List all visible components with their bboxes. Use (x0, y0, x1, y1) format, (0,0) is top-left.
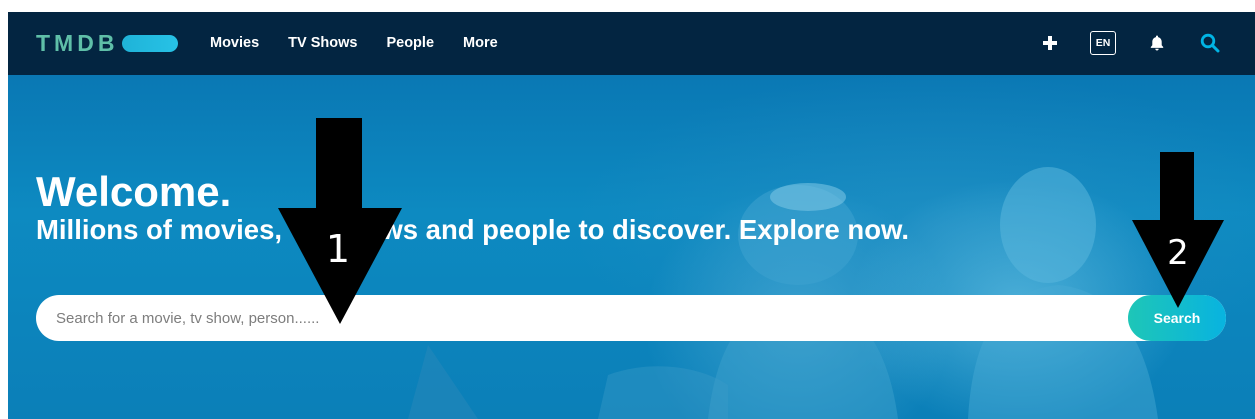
search-input[interactable] (36, 295, 1126, 341)
logo-pill-icon (122, 34, 179, 52)
annotation-arrow-1: 1 (278, 118, 402, 324)
search-bar: Search (36, 295, 1226, 341)
browser-viewport: TMDB Movies TV Shows People More EN Welc… (8, 12, 1255, 419)
hero-title: Welcome. (36, 168, 232, 215)
hero-background-image (408, 167, 1158, 419)
nav-link-movies[interactable]: Movies (210, 34, 259, 52)
bell-icon[interactable] (1148, 34, 1166, 52)
hero-subtitle: Millions of movies, TV shows and people … (36, 214, 910, 245)
nav-link-more[interactable]: More (463, 34, 498, 52)
logo-text: TMDB (36, 30, 119, 56)
annotation-label-1: 1 (326, 227, 350, 271)
main-nav: Movies TV Shows People More (210, 34, 527, 52)
nav-link-people[interactable]: People (386, 34, 434, 52)
plus-icon[interactable] (1043, 36, 1057, 50)
top-navbar: TMDB Movies TV Shows People More EN (8, 12, 1255, 75)
nav-link-tv-shows[interactable]: TV Shows (288, 34, 357, 52)
hero-banner: Welcome. Millions of movies, TV shows an… (8, 75, 1255, 419)
language-selector[interactable]: EN (1090, 31, 1116, 55)
search-icon[interactable] (1200, 33, 1220, 53)
tmdb-logo[interactable]: TMDB (36, 30, 179, 56)
annotation-label-2: 2 (1167, 233, 1189, 273)
annotation-arrow-2: 2 (1132, 152, 1224, 308)
